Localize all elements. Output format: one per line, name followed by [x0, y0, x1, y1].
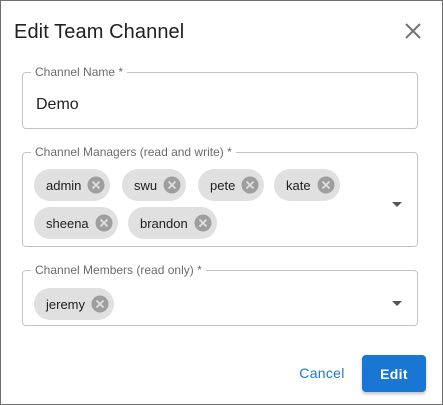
manager-chip: kate — [274, 169, 340, 201]
remove-chip-icon[interactable] — [87, 176, 105, 194]
chip-label: sheena — [46, 215, 89, 231]
manager-chip: admin — [34, 169, 111, 201]
chip-label: kate — [286, 177, 311, 193]
chip-label: swu — [134, 177, 158, 193]
channel-name-field[interactable]: Channel Name * Demo — [22, 66, 418, 129]
dropdown-arrow-icon[interactable] — [392, 301, 402, 306]
close-button[interactable] — [401, 19, 425, 43]
channel-name-label: Channel Name * — [35, 65, 124, 79]
edit-button[interactable]: Edit — [362, 355, 426, 392]
chip-label: brandon — [140, 215, 188, 231]
channel-managers-field[interactable]: Channel Managers (read and write) * admi… — [22, 146, 418, 247]
remove-chip-icon[interactable] — [163, 176, 181, 194]
channel-name-input[interactable]: Demo — [36, 96, 79, 114]
manager-chip: pete — [198, 169, 265, 201]
close-icon — [405, 23, 421, 39]
remove-chip-icon[interactable] — [91, 295, 109, 313]
chip-label: jeremy — [46, 296, 86, 312]
manager-chip: swu — [122, 169, 187, 201]
remove-chip-icon[interactable] — [241, 176, 259, 194]
dialog-title: Edit Team Channel — [14, 21, 185, 43]
cancel-button[interactable]: Cancel — [291, 355, 353, 391]
channel-members-field[interactable]: Channel Members (read only) * jeremy — [22, 264, 418, 326]
remove-chip-icon[interactable] — [194, 214, 212, 232]
manager-chip: brandon — [128, 207, 217, 239]
remove-chip-icon[interactable] — [317, 176, 335, 194]
channel-members-label: Channel Members (read only) * — [35, 263, 202, 277]
chip-label: pete — [210, 177, 236, 193]
channel-managers-label: Channel Managers (read and write) * — [35, 145, 232, 159]
dropdown-arrow-icon[interactable] — [392, 202, 402, 207]
edit-team-channel-dialog: Edit Team Channel Channel Name * Demo Ch… — [0, 0, 443, 405]
remove-chip-icon[interactable] — [95, 214, 113, 232]
member-chip: jeremy — [34, 288, 115, 320]
manager-chip: sheena — [34, 207, 118, 239]
chip-label: admin — [46, 177, 82, 193]
dialog-actions: Cancel Edit — [1, 355, 442, 392]
